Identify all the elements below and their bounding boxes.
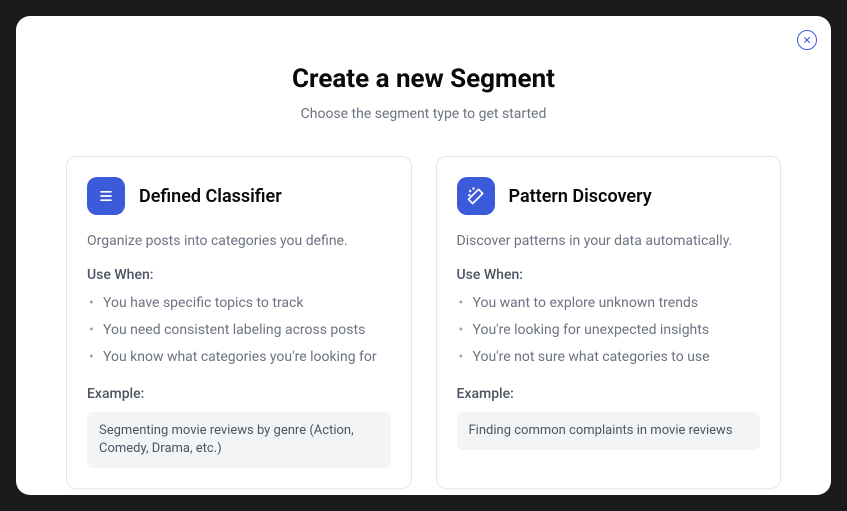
- close-button[interactable]: [797, 30, 817, 50]
- list-icon: [87, 177, 125, 215]
- use-when-list: You want to explore unknown trends You'r…: [457, 293, 761, 368]
- modal-title: Create a new Segment: [66, 64, 781, 94]
- card-defined-classifier[interactable]: Defined Classifier Organize posts into c…: [66, 156, 412, 489]
- close-icon: [802, 33, 812, 48]
- use-when-list: You have specific topics to track You ne…: [87, 293, 391, 368]
- list-item: You're looking for unexpected insights: [457, 320, 761, 341]
- card-title: Pattern Discovery: [509, 186, 652, 207]
- card-pattern-discovery[interactable]: Pattern Discovery Discover patterns in y…: [436, 156, 782, 489]
- example-box: Segmenting movie reviews by genre (Actio…: [87, 412, 391, 468]
- use-when-label: Use When:: [457, 267, 761, 283]
- list-item: You know what categories you're looking …: [87, 347, 391, 368]
- card-header: Defined Classifier: [87, 177, 391, 215]
- card-description: Discover patterns in your data automatic…: [457, 233, 761, 249]
- segment-type-cards: Defined Classifier Organize posts into c…: [66, 156, 781, 489]
- example-box: Finding common complaints in movie revie…: [457, 412, 761, 450]
- example-label: Example:: [87, 386, 391, 402]
- create-segment-modal: Create a new Segment Choose the segment …: [16, 16, 831, 495]
- modal-subtitle: Choose the segment type to get started: [66, 106, 781, 122]
- list-item: You need consistent labeling across post…: [87, 320, 391, 341]
- list-item: You have specific topics to track: [87, 293, 391, 314]
- card-description: Organize posts into categories you defin…: [87, 233, 391, 249]
- list-item: You're not sure what categories to use: [457, 347, 761, 368]
- list-item: You want to explore unknown trends: [457, 293, 761, 314]
- use-when-label: Use When:: [87, 267, 391, 283]
- card-title: Defined Classifier: [139, 186, 282, 207]
- card-header: Pattern Discovery: [457, 177, 761, 215]
- example-label: Example:: [457, 386, 761, 402]
- magic-wand-icon: [457, 177, 495, 215]
